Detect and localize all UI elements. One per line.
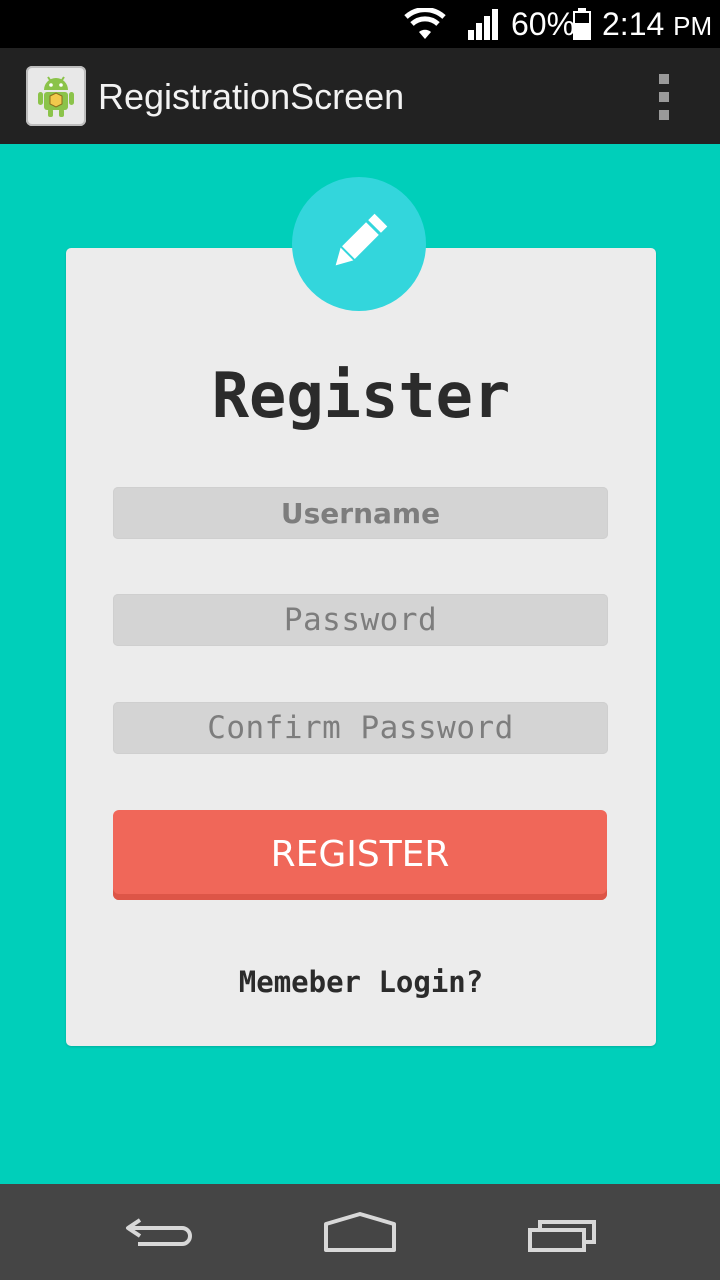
- app-title: RegistrationScreen: [98, 76, 405, 117]
- wifi-icon: [404, 7, 446, 45]
- clock-ampm: PM: [673, 11, 713, 41]
- confirm-password-input[interactable]: [113, 702, 608, 754]
- clock-time: 2:14: [602, 6, 665, 42]
- back-icon: [126, 1218, 192, 1246]
- home-icon: [324, 1212, 396, 1252]
- overflow-menu-icon[interactable]: [652, 74, 676, 120]
- pencil-icon: [335, 213, 388, 266]
- recents-icon: [528, 1220, 596, 1252]
- username-field[interactable]: [113, 487, 608, 539]
- battery-percent: 60%: [511, 6, 576, 42]
- confirm-password-field[interactable]: [113, 702, 608, 754]
- android-app-icon[interactable]: [26, 66, 86, 126]
- action-bar: RegistrationScreen: [0, 48, 720, 144]
- navigation-bar: [0, 1184, 720, 1280]
- member-login-link[interactable]: Memeber Login?: [66, 962, 656, 1002]
- status-bar: 60% 2:14 PM: [0, 0, 720, 48]
- recents-button[interactable]: [512, 1200, 612, 1264]
- signal-icon: [466, 8, 500, 45]
- home-button[interactable]: [310, 1200, 410, 1264]
- register-heading: Register: [211, 359, 511, 432]
- password-field[interactable]: [113, 594, 608, 646]
- username-input[interactable]: [113, 487, 608, 539]
- register-button[interactable]: REGISTER: [113, 810, 607, 900]
- battery-icon: [572, 8, 592, 45]
- password-input[interactable]: [113, 594, 608, 646]
- clock: 2:14 PM: [602, 5, 712, 45]
- back-button[interactable]: [110, 1200, 210, 1264]
- badge: [292, 177, 426, 311]
